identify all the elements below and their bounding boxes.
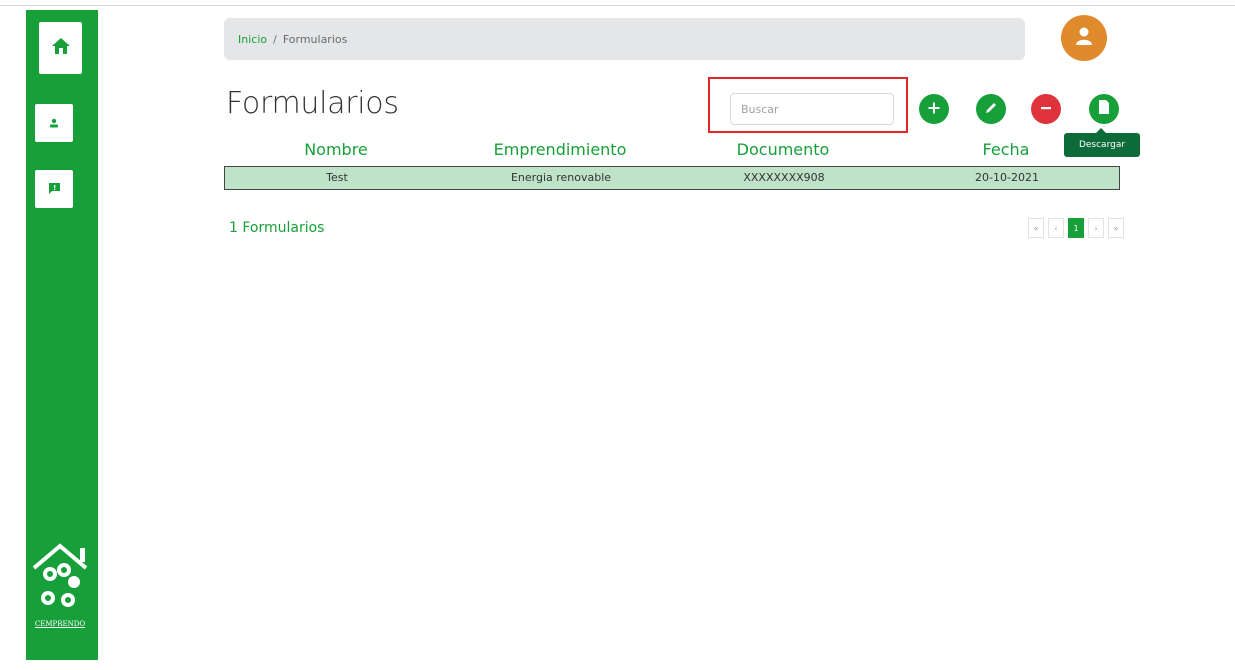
cell-nombre: Test (326, 171, 348, 184)
results-count: 1 Formularios (229, 220, 325, 236)
breadcrumb-separator: / (273, 32, 277, 46)
pagination: « ‹ 1 › » (1028, 217, 1124, 239)
pagination-first[interactable]: « (1028, 218, 1044, 238)
page-title: Formularios (226, 86, 399, 121)
pagination-next[interactable]: › (1088, 218, 1104, 238)
breadcrumb-current: Formularios (282, 32, 348, 46)
column-header-emprendimiento[interactable]: Emprendimiento (480, 140, 640, 159)
add-button[interactable] (919, 94, 949, 124)
table-row[interactable]: Test Energia renovable XXXXXXXX908 20-10… (224, 166, 1120, 190)
cell-fecha: 20-10-2021 (975, 171, 1039, 184)
column-header-documento[interactable]: Documento (720, 140, 846, 159)
feedback-icon (48, 180, 61, 199)
sidebar: CEMPRENDO (26, 10, 98, 660)
home-icon (51, 36, 71, 60)
top-divider (0, 5, 1235, 6)
cemprendo-logo: CEMPRENDO (28, 538, 96, 638)
pagination-last[interactable]: » (1108, 218, 1124, 238)
cell-documento: XXXXXXXX908 (743, 171, 825, 184)
sidebar-item-feedback[interactable] (35, 170, 73, 208)
pencil-icon (984, 100, 998, 119)
logo-text: CEMPRENDO (34, 620, 86, 628)
minus-icon (1039, 100, 1053, 119)
download-button[interactable] (1089, 94, 1119, 124)
search-input[interactable] (730, 93, 894, 125)
file-icon (1097, 99, 1111, 119)
edit-button[interactable] (976, 94, 1006, 124)
breadcrumb: Inicio / Formularios (224, 18, 1025, 60)
sidebar-item-home[interactable] (39, 22, 82, 74)
pagination-prev[interactable]: ‹ (1048, 218, 1064, 238)
plus-icon (927, 100, 941, 119)
avatar[interactable] (1061, 15, 1107, 61)
breadcrumb-home-link[interactable]: Inicio (238, 33, 267, 46)
cell-emprendimiento: Energia renovable (510, 171, 612, 184)
user-avatar-icon (1073, 25, 1095, 51)
remove-button[interactable] (1031, 94, 1061, 124)
pagination-page-current[interactable]: 1 (1068, 218, 1084, 238)
sidebar-item-user[interactable] (35, 104, 73, 142)
column-header-nombre[interactable]: Nombre (286, 140, 386, 159)
user-icon (48, 114, 60, 133)
column-header-fecha[interactable]: Fecha (966, 140, 1046, 159)
download-tooltip: Descargar (1064, 128, 1140, 157)
